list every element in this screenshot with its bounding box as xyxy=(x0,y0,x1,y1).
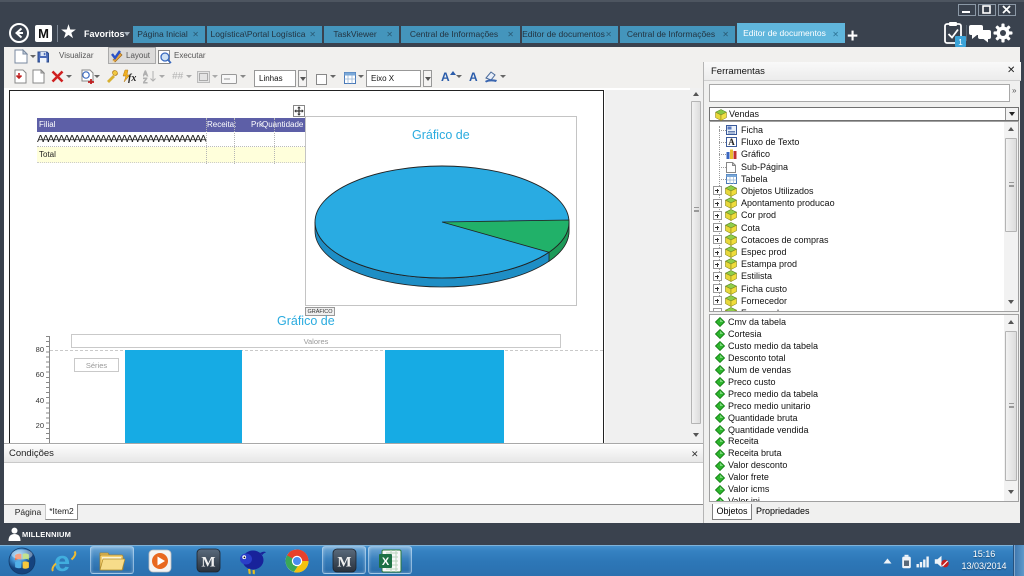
svg-text:Z: Z xyxy=(143,78,148,84)
svg-text:1: 1 xyxy=(958,38,963,47)
svg-text:e: e xyxy=(54,547,70,575)
svg-text:X: X xyxy=(382,556,390,568)
svg-text:fx: fx xyxy=(128,73,136,83)
svg-text:M: M xyxy=(337,555,351,571)
svg-text:A: A xyxy=(728,137,735,147)
svg-text:M: M xyxy=(201,555,215,571)
svg-text:A: A xyxy=(143,71,148,78)
